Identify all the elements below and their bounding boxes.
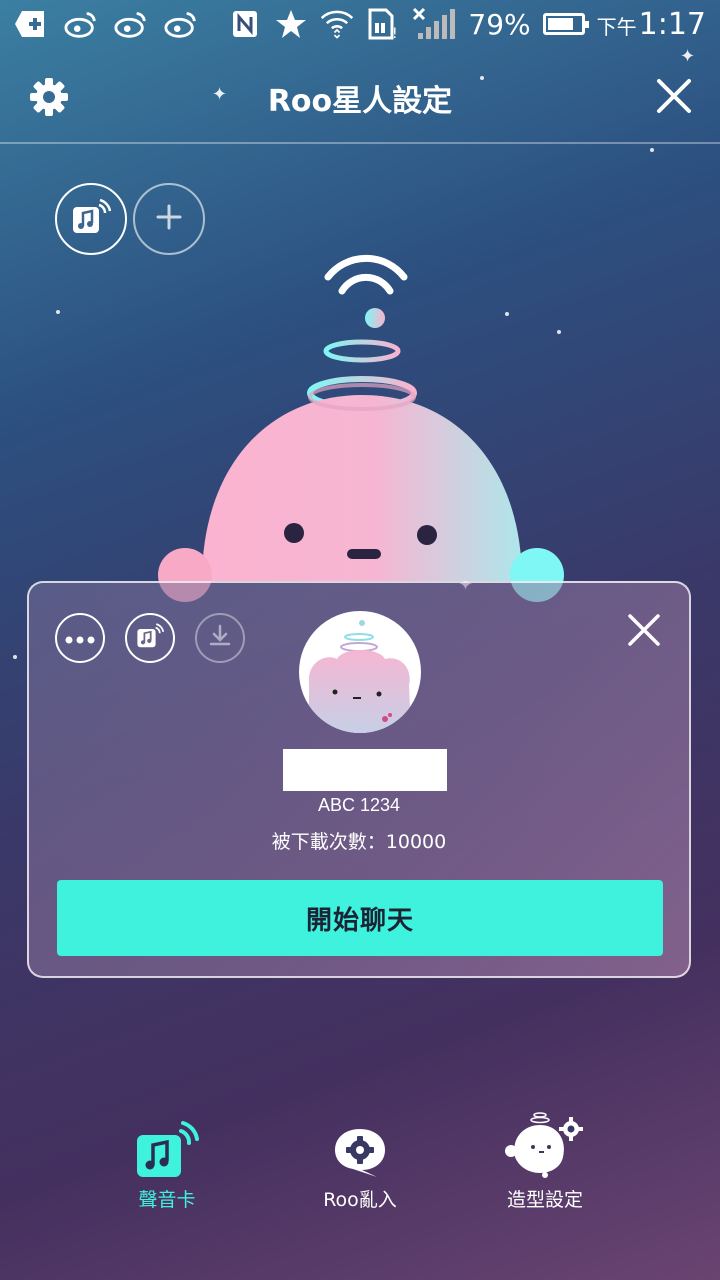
character-settings-icon xyxy=(460,1105,630,1179)
nfc-icon xyxy=(228,9,262,39)
clock: 1:17 xyxy=(638,6,706,42)
more-button[interactable] xyxy=(55,613,105,663)
nav-label: Roo亂入 xyxy=(323,1189,397,1211)
weibo-icon xyxy=(114,9,148,39)
svg-text:!: ! xyxy=(392,26,398,40)
battery-icon xyxy=(542,13,589,35)
star xyxy=(13,655,17,659)
nav-label: 聲音卡 xyxy=(138,1189,196,1211)
close-icon[interactable] xyxy=(654,76,694,116)
plus-icon xyxy=(156,204,182,234)
name-field xyxy=(283,749,447,791)
close-icon[interactable] xyxy=(627,613,661,647)
more-dots-icon xyxy=(65,629,95,648)
star xyxy=(650,148,654,152)
music-wave-icon xyxy=(82,1105,252,1179)
weibo-icon xyxy=(164,9,198,39)
music-wave-icon xyxy=(71,198,112,239)
page-title: Roo星人設定 xyxy=(267,84,453,119)
battery-percent: 79% xyxy=(468,7,531,41)
voice-card-toggle-button[interactable] xyxy=(55,183,127,255)
music-wave-icon xyxy=(136,623,165,653)
time-prefix: 下午 xyxy=(596,14,637,39)
weibo-icon xyxy=(64,9,98,39)
star-icon xyxy=(274,9,308,39)
voice-card-button[interactable] xyxy=(125,613,175,663)
download-count: 被下載次數：10000 xyxy=(271,831,447,853)
user-id: ABC 1234 xyxy=(317,795,401,815)
app-header: Roo星人設定 xyxy=(0,48,720,144)
gear-bubble-icon xyxy=(275,1105,445,1179)
cell-signal-icon xyxy=(412,7,456,39)
star xyxy=(56,310,60,314)
nav-label: 造型設定 xyxy=(506,1189,583,1211)
sim-card-icon: ! xyxy=(366,8,400,40)
roo-creature-illustration xyxy=(150,245,580,605)
nav-item-voice-card[interactable]: 聲音卡 xyxy=(82,1105,252,1212)
wifi-icon xyxy=(320,9,354,39)
download-icon xyxy=(208,624,232,652)
voice-card: ABC 1234 被下載次數：10000 開始聊天 xyxy=(27,581,691,978)
nav-item-style-settings[interactable]: 造型設定 xyxy=(460,1105,630,1212)
avatar xyxy=(299,611,421,733)
add-app-icon xyxy=(14,9,48,39)
status-bar: ! 79% 下午 1:17 xyxy=(0,0,720,48)
download-button[interactable] xyxy=(195,613,245,663)
nav-item-roo-intrude[interactable]: Roo亂入 xyxy=(275,1105,445,1212)
start-chat-button[interactable]: 開始聊天 xyxy=(57,880,663,956)
